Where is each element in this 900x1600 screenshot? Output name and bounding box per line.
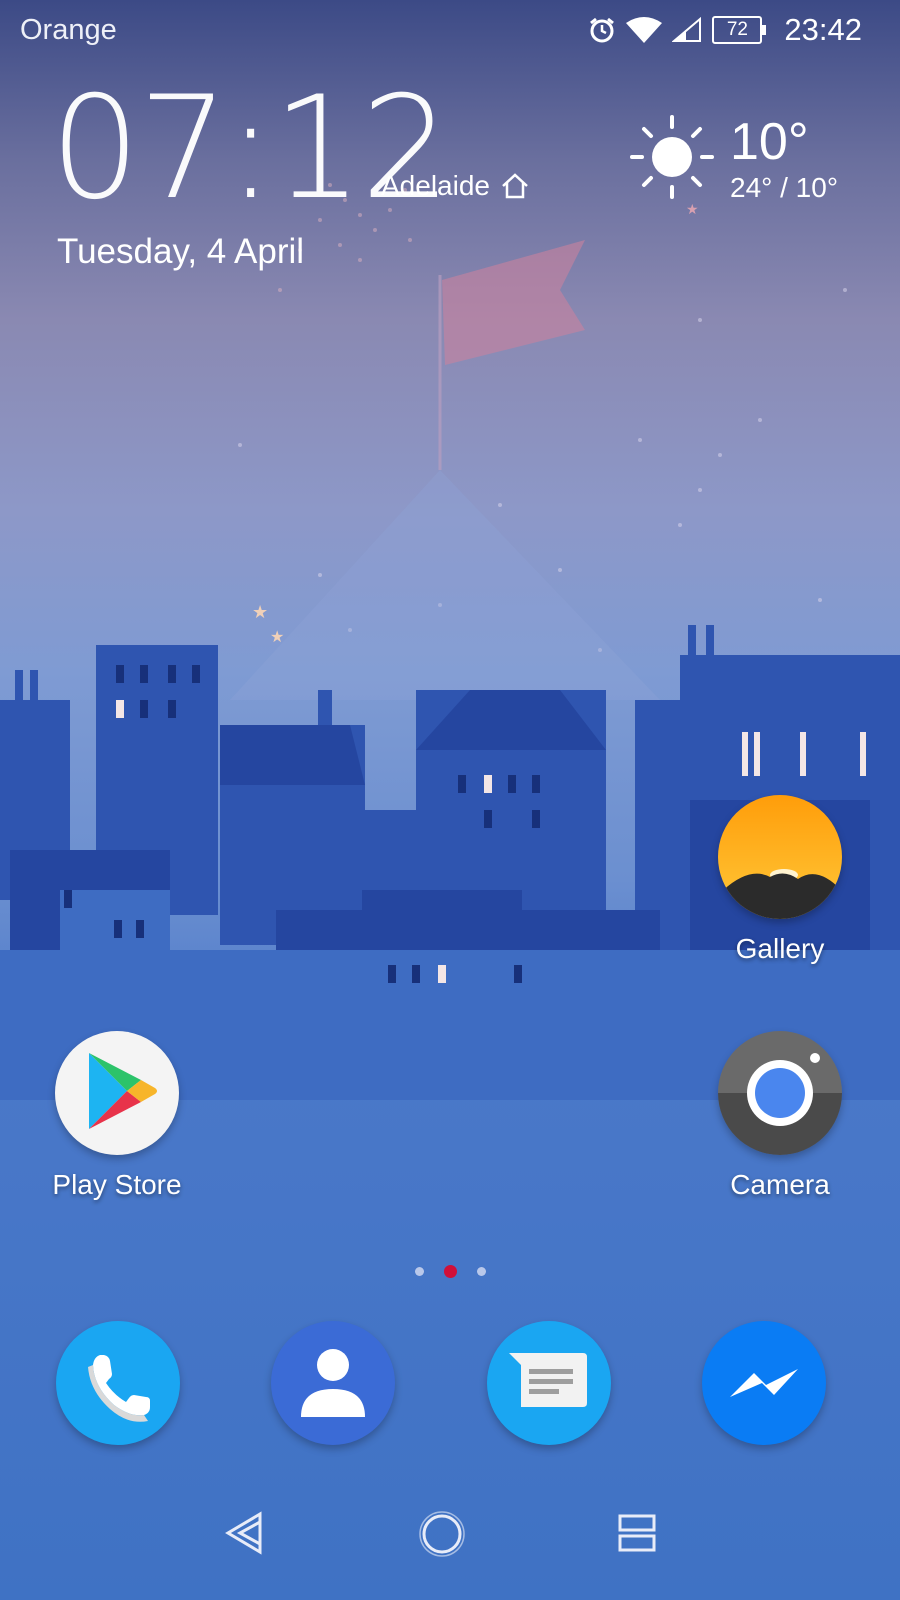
wifi-icon bbox=[626, 17, 663, 43]
clock-widget-city[interactable]: Adelaide bbox=[381, 170, 530, 202]
battery-icon: 72 bbox=[712, 16, 767, 44]
navigation-bar bbox=[0, 1490, 900, 1570]
gallery-icon bbox=[718, 795, 842, 919]
dock-messenger[interactable] bbox=[702, 1321, 826, 1445]
page-dot[interactable] bbox=[476, 1267, 486, 1276]
app-play-store[interactable]: Play Store bbox=[37, 1031, 197, 1201]
dock-messages[interactable] bbox=[487, 1321, 611, 1445]
play-store-icon bbox=[55, 1031, 179, 1155]
phone-icon bbox=[88, 1355, 150, 1422]
status-icons: 72 23:42 bbox=[588, 10, 862, 50]
page-dot[interactable] bbox=[414, 1267, 424, 1276]
sun-icon[interactable] bbox=[630, 115, 714, 199]
status-bar: Orange 72 23:42 bbox=[0, 0, 900, 62]
page-dot-current[interactable] bbox=[443, 1265, 457, 1278]
dock-contacts[interactable] bbox=[271, 1321, 395, 1445]
app-gallery[interactable]: Gallery bbox=[700, 795, 860, 965]
weather-temperature[interactable]: 10° bbox=[730, 112, 809, 172]
alarm-icon bbox=[590, 17, 615, 43]
city-label: Adelaide bbox=[381, 170, 490, 201]
messenger-icon bbox=[730, 1369, 798, 1397]
status-clock: 23:42 bbox=[784, 12, 862, 47]
weather-range: 24° / 10° bbox=[730, 172, 839, 203]
home-city-icon bbox=[502, 173, 528, 199]
app-label: Play Store bbox=[52, 1169, 182, 1200]
app-label: Gallery bbox=[735, 933, 825, 964]
page-indicator bbox=[0, 1265, 900, 1278]
carrier-name: Orange bbox=[20, 14, 117, 46]
home-icon[interactable] bbox=[418, 1510, 466, 1558]
app-label: Camera bbox=[730, 1169, 830, 1200]
messages-icon bbox=[509, 1353, 587, 1407]
camera-icon bbox=[718, 1031, 842, 1155]
dock-phone[interactable] bbox=[56, 1321, 180, 1445]
signal-icon bbox=[672, 17, 702, 42]
app-camera[interactable]: Camera bbox=[700, 1031, 860, 1201]
contacts-icon bbox=[301, 1349, 365, 1417]
clock-widget-date[interactable]: Tuesday, 4 April bbox=[57, 232, 304, 272]
back-icon[interactable] bbox=[222, 1510, 268, 1556]
recents-icon[interactable] bbox=[616, 1510, 660, 1556]
svg-text:★: ★ bbox=[686, 202, 699, 218]
